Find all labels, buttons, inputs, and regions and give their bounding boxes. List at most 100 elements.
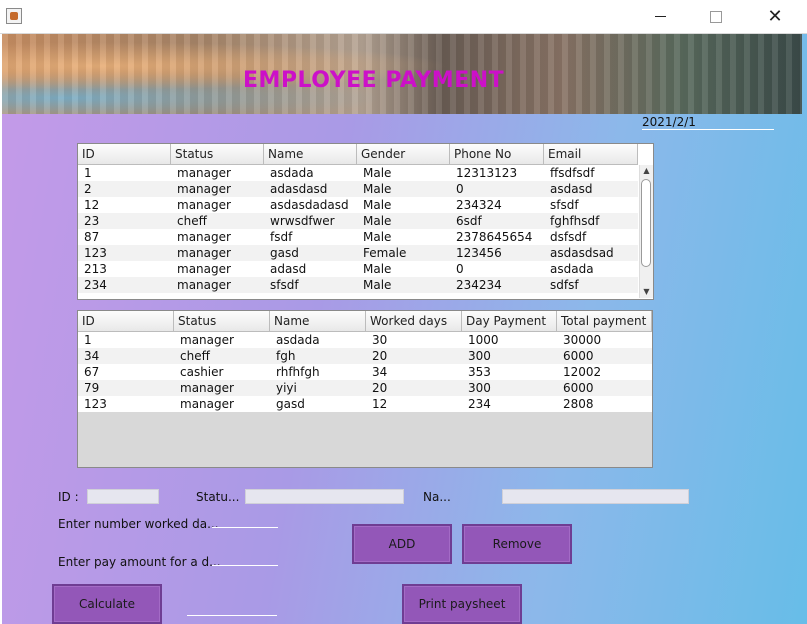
worked-days-input[interactable] [212, 527, 278, 528]
table-cell: 34 [372, 365, 388, 379]
table-cell: 1000 [468, 333, 499, 347]
table-cell: 0 [456, 262, 464, 276]
table-cell: manager [177, 230, 231, 244]
table-cell: 30000 [563, 333, 602, 347]
table-cell: adasdasd [270, 182, 328, 196]
table-cell: 300 [468, 381, 491, 395]
add-button[interactable]: ADD [352, 524, 452, 564]
table-row[interactable]: 23 cheff wrwsdfwer Male 6sdf fghfhsdf [78, 213, 638, 229]
table-cell: asdada [550, 262, 594, 276]
table-cell: Male [363, 278, 392, 292]
table-cell: 12002 [563, 365, 602, 379]
table-cell: ffsdfsdf [550, 166, 595, 180]
table-row[interactable]: 1 manager asdada Male 12313123 ffsdfsdf [78, 165, 638, 181]
column-header-name[interactable]: Name [264, 144, 357, 164]
column-header-status[interactable]: Status [171, 144, 264, 164]
table-cell: adasd [270, 262, 307, 276]
table-row[interactable]: 67 cashier rhfhfgh 34 353 12002 [78, 364, 652, 380]
column-header-id[interactable]: ID [78, 311, 174, 331]
table-row[interactable]: 1 manager asdada 30 1000 30000 [78, 332, 652, 348]
table-cell: asdada [270, 166, 314, 180]
table-cell: 12 [372, 397, 388, 411]
table-cell: asdasdsad [550, 246, 614, 260]
column-header-worked-days[interactable]: Worked days [366, 311, 462, 331]
column-header-gender[interactable]: Gender [357, 144, 450, 164]
table-cell: 1 [84, 333, 92, 347]
table-cell: manager [177, 182, 231, 196]
table-row[interactable]: 213 manager adasd Male 0 asdada [78, 261, 638, 277]
scroll-up-arrow-icon[interactable]: ▲ [640, 165, 653, 177]
table-cell: rhfhfgh [276, 365, 320, 379]
table-cell: 20 [372, 381, 388, 395]
table-cell: 23 [84, 214, 100, 228]
table-cell: cheff [177, 214, 207, 228]
table-cell: fsdf [270, 230, 293, 244]
table-row[interactable]: 123 manager gasd Female 123456 asdasdsad [78, 245, 638, 261]
table-cell: 1 [84, 166, 92, 180]
table-cell: Female [363, 246, 407, 260]
column-header-status[interactable]: Status [174, 311, 270, 331]
table-cell: 213 [84, 262, 107, 276]
table-cell: cashier [180, 365, 224, 379]
table-cell: sfsdf [550, 198, 579, 212]
worked-days-label: Enter number worked da... [58, 517, 219, 531]
payment-table-body: 1 manager asdada 30 1000 30000 34 cheff fgh 20 300… [78, 332, 652, 412]
column-header-total-payment[interactable]: Total payment [557, 311, 652, 331]
status-field[interactable] [245, 489, 404, 504]
table-cell: manager [180, 397, 234, 411]
column-header-email[interactable]: Email [544, 144, 638, 164]
table-cell: 12 [84, 198, 100, 212]
name-field[interactable] [502, 489, 689, 504]
vertical-scrollbar[interactable]: ▲ ▼ [639, 165, 653, 298]
table-cell: 6000 [563, 349, 594, 363]
close-button[interactable]: ✕ [752, 0, 798, 33]
minimize-button[interactable] [637, 0, 683, 33]
payment-table[interactable]: ID Status Name Worked days Day Payment T… [77, 310, 653, 468]
column-header-phone[interactable]: Phone No [450, 144, 544, 164]
maximize-button[interactable] [693, 0, 739, 33]
table-cell: 67 [84, 365, 100, 379]
table-cell: Male [363, 214, 392, 228]
table-cell: wrwsdfwer [270, 214, 335, 228]
remove-button[interactable]: Remove [462, 524, 572, 564]
calculate-button[interactable]: Calculate [52, 584, 162, 624]
table-cell: 87 [84, 230, 100, 244]
table-row[interactable]: 234 manager sfsdf Male 234234 sdfsf [78, 277, 638, 293]
table-cell: 79 [84, 381, 100, 395]
table-cell: asdada [276, 333, 320, 347]
table-cell: 123 [84, 397, 107, 411]
table-cell: manager [177, 166, 231, 180]
table-cell: 6sdf [456, 214, 482, 228]
pay-amount-input[interactable] [212, 565, 278, 566]
table-row[interactable]: 79 manager yiyi 20 300 6000 [78, 380, 652, 396]
table-cell: gasd [276, 397, 305, 411]
table-cell: Male [363, 198, 392, 212]
table-cell: 234 [468, 397, 491, 411]
table-cell: 2378645654 [456, 230, 533, 244]
table-row[interactable]: 87 manager fsdf Male 2378645654 dsfsdf [78, 229, 638, 245]
table-cell: 2 [84, 182, 92, 196]
id-field[interactable] [87, 489, 159, 504]
table-cell: manager [177, 262, 231, 276]
table-cell: manager [177, 198, 231, 212]
column-header-name[interactable]: Name [270, 311, 366, 331]
column-header-id[interactable]: ID [78, 144, 171, 164]
page-title: EMPLOYEE PAYMENT [243, 68, 505, 93]
table-cell: fghfhsdf [550, 214, 600, 228]
table-cell: dsfsdf [550, 230, 587, 244]
scrollbar-thumb[interactable] [641, 179, 651, 267]
print-paysheet-button[interactable]: Print paysheet [402, 584, 522, 624]
table-row[interactable]: 2 manager adasdasd Male 0 asdasd [78, 181, 638, 197]
column-header-day-payment[interactable]: Day Payment [462, 311, 557, 331]
table-row[interactable]: 34 cheff fgh 20 300 6000 [78, 348, 652, 364]
java-app-icon [6, 8, 22, 24]
scroll-down-arrow-icon[interactable]: ▼ [640, 286, 653, 298]
table-cell: Male [363, 182, 392, 196]
table-row[interactable]: 12 manager asdasdadasd Male 234324 sfsdf [78, 197, 638, 213]
table-cell: gasd [270, 246, 299, 260]
table-cell: manager [180, 333, 234, 347]
table-row[interactable]: 123 manager gasd 12 234 2808 [78, 396, 652, 412]
employees-table-header: ID Status Name Gender Phone No Email [78, 144, 638, 165]
result-output [187, 615, 277, 616]
employees-table[interactable]: ID Status Name Gender Phone No Email 1 ma… [77, 143, 654, 300]
